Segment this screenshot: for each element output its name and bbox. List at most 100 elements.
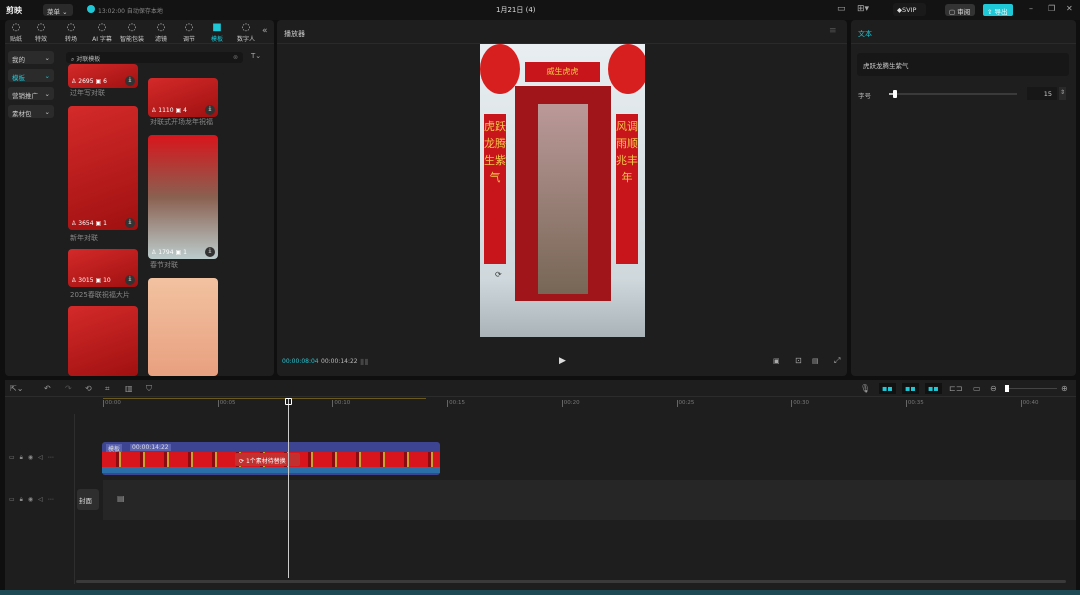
- maximize-button[interactable]: ❐: [1048, 4, 1055, 13]
- auto-snap-icon[interactable]: ▪▪: [902, 383, 919, 394]
- download-icon[interactable]: ⤓: [205, 105, 215, 115]
- rotate-icon[interactable]: ⟳: [495, 270, 502, 279]
- tab-effects[interactable]: ◌ 特效: [26, 22, 56, 43]
- download-icon[interactable]: ⤓: [125, 275, 135, 285]
- tab-subtitle[interactable]: ◌ AI 字幕: [87, 22, 117, 43]
- layout-icon[interactable]: ▭: [837, 4, 846, 14]
- sidebar-item-3[interactable]: 素材包 ⌄: [8, 105, 54, 118]
- template-card[interactable]: [148, 278, 218, 376]
- check-icon: [87, 5, 95, 13]
- download-icon[interactable]: ⤓: [125, 218, 135, 228]
- template-card[interactable]: ♙ 1110 ▣ 4 ⤓: [148, 78, 218, 117]
- menu-button[interactable]: 菜单 ⌄: [43, 4, 73, 16]
- playhead[interactable]: [285, 398, 292, 578]
- template-title: 对联式开场龙年祝福: [150, 118, 213, 126]
- split-icon[interactable]: ▥: [125, 384, 133, 393]
- ruler-tick: 00:30: [791, 400, 810, 407]
- template-card[interactable]: [68, 306, 138, 376]
- fullscreen-icon[interactable]: ⤢: [834, 356, 840, 366]
- ratio-icon[interactable]: ▤: [812, 357, 819, 365]
- track1-controls[interactable]: ▭🔒︎◉◁⋯: [9, 454, 59, 462]
- filter-icon: ◌: [156, 22, 166, 33]
- tab-template[interactable]: ■ 模板: [202, 22, 232, 43]
- player-title: 播放器: [284, 30, 305, 38]
- select-tool-icon[interactable]: ⇱⌄: [10, 384, 23, 393]
- timeline-zoom-slider[interactable]: [1005, 385, 1057, 392]
- slider-handle[interactable]: [893, 90, 898, 98]
- taskbar: [0, 590, 1080, 595]
- ruler-range: [103, 398, 426, 399]
- timecode-mode-icon[interactable]: ▮▮: [360, 357, 369, 366]
- avatar-icon: ◌: [241, 22, 251, 33]
- font-size-input[interactable]: 15: [1027, 87, 1057, 100]
- replace-notice[interactable]: ⟳ 1个素材待替换: [235, 453, 300, 466]
- tab-avatar[interactable]: ◌ 数字人: [231, 22, 261, 43]
- download-icon[interactable]: ⤓: [205, 247, 215, 257]
- redo-icon[interactable]: ↷: [65, 384, 72, 393]
- video-preview[interactable]: 威生虎虎 虎跃龙腾生紫气 风调雨顺兆丰年 ⟳: [480, 44, 645, 337]
- font-size-slider[interactable]: [889, 90, 1017, 98]
- svip-button[interactable]: ◆SVIP: [893, 3, 926, 16]
- template-card[interactable]: ♙ 2695 ▣ 6 ⤓: [68, 64, 138, 88]
- right-couplet: 风调雨顺兆丰年: [616, 114, 638, 264]
- template-title: 2025春联祝福大片: [70, 291, 130, 299]
- app-logo: 剪映: [6, 6, 22, 15]
- title-bar: 剪映 菜单 ⌄ 13:02:00 自动保存本地 1月21日 (4) ▭ ⊞▾ ◆…: [0, 0, 1080, 20]
- minimize-button[interactable]: –: [1029, 4, 1033, 13]
- stepper-icon[interactable]: ⇕: [1059, 87, 1067, 100]
- template-title: 过年写对联: [70, 89, 105, 97]
- tab-transition[interactable]: ◌ 转场: [56, 22, 86, 43]
- lantern-right: [608, 44, 645, 94]
- layout-switch-icon[interactable]: ⊞▾: [857, 4, 869, 14]
- linkage-icon[interactable]: ▪▪: [925, 383, 942, 394]
- sidebar-item-1[interactable]: 模板 ⌄: [8, 69, 54, 82]
- audio-waveform: [102, 467, 440, 473]
- player-menu-icon[interactable]: ≡: [829, 26, 837, 36]
- sidebar-item-0[interactable]: 我的 ⌄: [8, 51, 54, 64]
- template-card[interactable]: ♙ 3015 ▣ 10 ⤓: [68, 249, 138, 287]
- template-clip[interactable]: 模板 00:00:14:22 ⟳ 1个素材待替换: [102, 442, 440, 475]
- timeline-scrollbar[interactable]: [76, 580, 1066, 583]
- marker-icon[interactable]: ⛉: [146, 384, 152, 394]
- preview-axis-icon[interactable]: ⊏⊐: [949, 384, 962, 393]
- crop-icon[interactable]: ⌗: [105, 384, 110, 394]
- template-stats: ♙ 1110 ▣ 4: [151, 107, 187, 114]
- package-icon: ◌: [127, 22, 137, 33]
- filter-icon[interactable]: T⌄: [251, 52, 261, 60]
- clear-icon[interactable]: ⊗: [233, 54, 238, 61]
- lantern-left: [480, 44, 520, 94]
- collapse-icon[interactable]: «: [262, 26, 268, 36]
- zoom-out-icon[interactable]: ⊖: [990, 384, 997, 393]
- film-icon: ▤: [117, 494, 125, 503]
- template-card[interactable]: ♙ 1794 ▣ 1 ⤓: [148, 135, 218, 259]
- template-card[interactable]: ♙ 3654 ▣ 1 ⤓: [68, 106, 138, 230]
- undo-icon[interactable]: ↶: [44, 384, 51, 393]
- close-button[interactable]: ✕: [1066, 4, 1073, 13]
- tab-adjust[interactable]: ◌ 调节: [174, 22, 204, 43]
- search-input[interactable]: ⌕ 对联模板 ⊗: [66, 52, 243, 63]
- export-button[interactable]: ⇪ 导出: [983, 4, 1013, 16]
- transition-icon: ◌: [66, 22, 76, 33]
- review-button[interactable]: ▢ 审阅: [945, 4, 975, 16]
- text-input[interactable]: 虎跃龙腾生紫气: [857, 53, 1069, 76]
- microphone-icon[interactable]: 🎙︎: [860, 384, 870, 393]
- zoom-in-icon[interactable]: ⊕: [1061, 384, 1068, 393]
- tab-text[interactable]: 文本: [858, 29, 872, 39]
- download-icon[interactable]: ⤓: [125, 76, 135, 86]
- main-track-magnet-icon[interactable]: ▪▪: [879, 383, 896, 394]
- template-title: 新年对联: [70, 234, 98, 242]
- cover-button[interactable]: 封面: [77, 489, 99, 510]
- loop-icon[interactable]: ⟲: [85, 384, 92, 393]
- tab-filter[interactable]: ◌ 滤镜: [146, 22, 176, 43]
- play-button[interactable]: ▶: [559, 356, 566, 366]
- quality-icon[interactable]: ▣: [773, 357, 780, 365]
- ruler-tick: 00:00: [103, 400, 121, 407]
- left-couplet: 虎跃龙腾生紫气: [484, 114, 506, 264]
- track2-controls[interactable]: ▭🔒︎◉◁⋯: [9, 496, 59, 504]
- sidebar-item-2[interactable]: 营销推广 ⌄: [8, 87, 54, 100]
- fit-icon[interactable]: ▭: [973, 384, 981, 393]
- template-icon: ■: [212, 22, 222, 33]
- zoom-preview-icon[interactable]: ⊡: [795, 356, 802, 365]
- tab-package[interactable]: ◌ 智能包装: [117, 22, 147, 43]
- ruler-tick: 00:20: [561, 400, 580, 407]
